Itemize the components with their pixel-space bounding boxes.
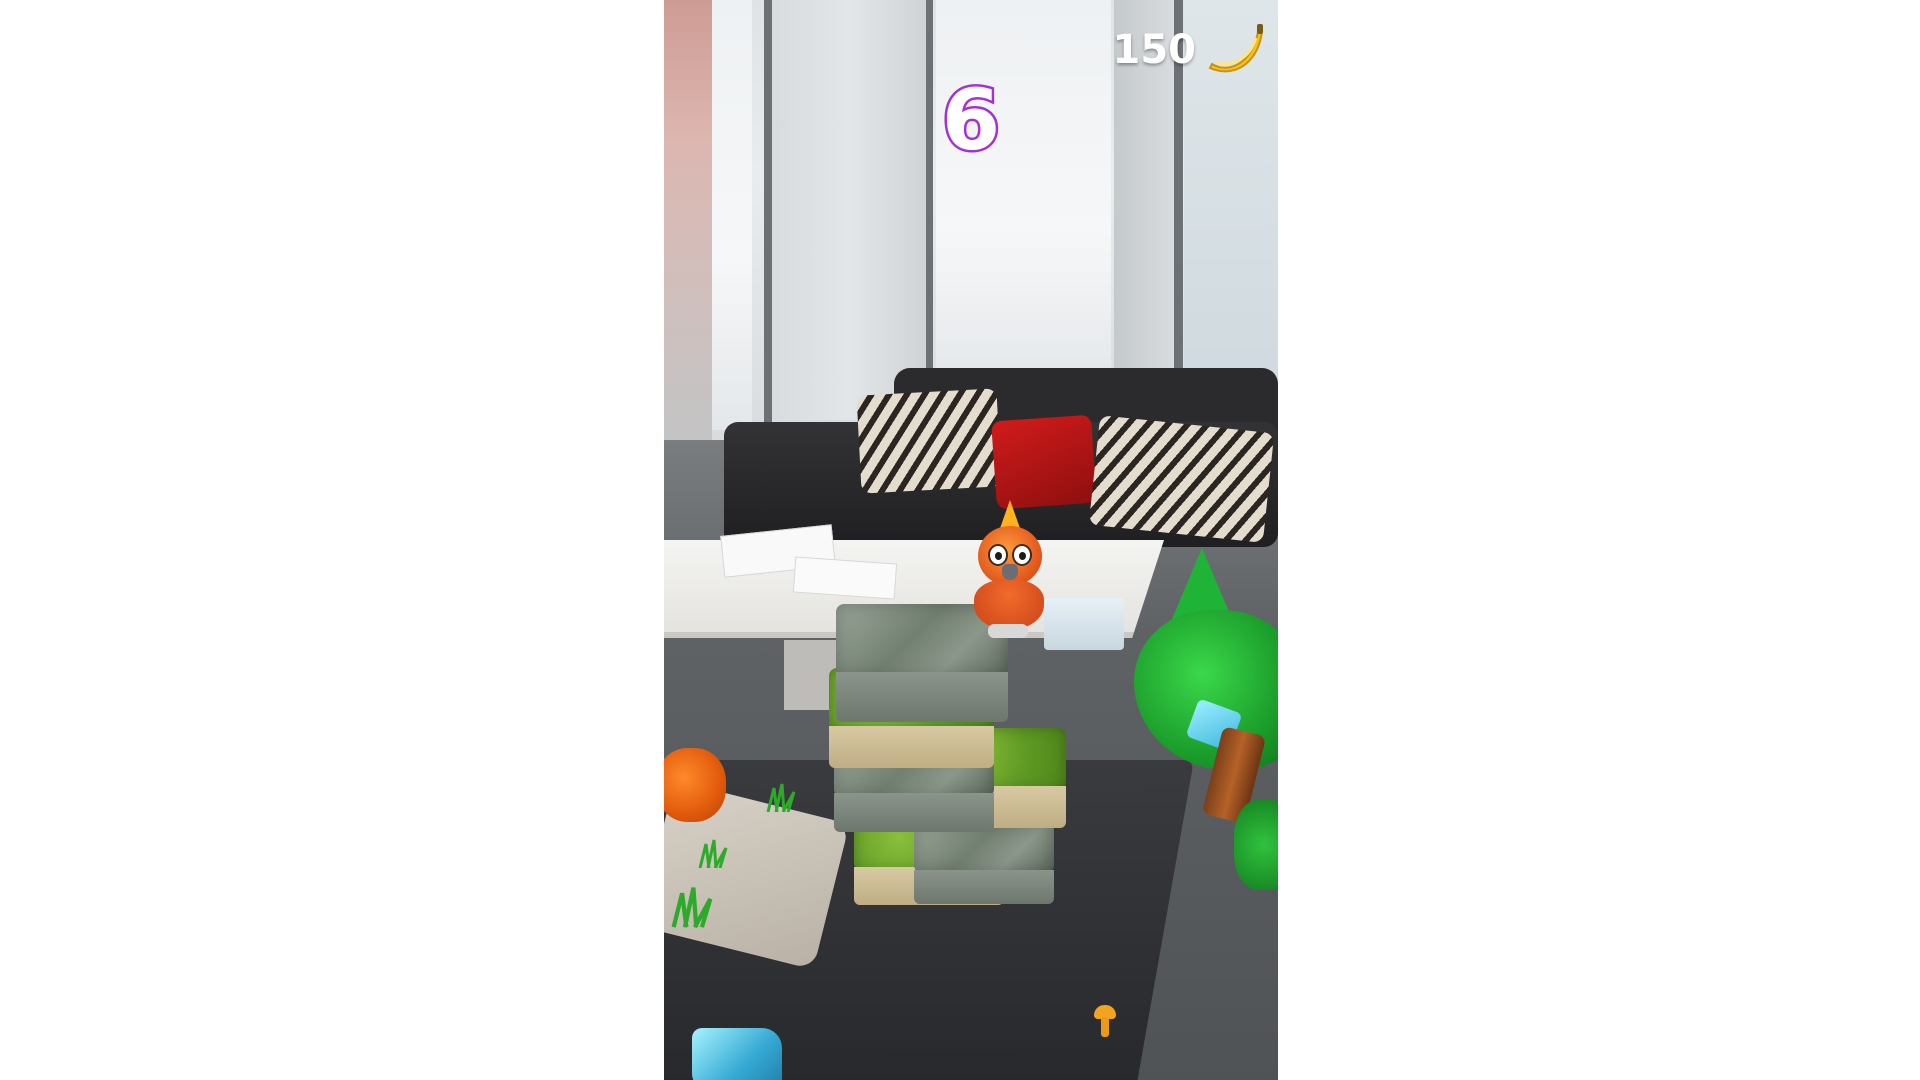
tower-block — [914, 822, 1054, 904]
window-pane — [936, 0, 1111, 385]
window-frame — [764, 0, 772, 430]
parrot-character — [964, 500, 1054, 640]
parrot-eye — [1012, 544, 1032, 566]
parrot-beak — [1002, 564, 1018, 580]
score-counter: 6 — [939, 71, 1002, 169]
red-cushion — [991, 414, 1097, 510]
window-pane — [712, 0, 752, 430]
tree-bush — [1234, 800, 1278, 890]
banana-currency: 150 — [1113, 18, 1267, 82]
parrot-feet — [988, 624, 1028, 638]
grass-tuft — [698, 839, 728, 868]
grass-tuft — [766, 783, 796, 812]
room-wall-accent — [664, 0, 712, 440]
banana-icon — [1208, 24, 1264, 73]
window-frame — [926, 0, 933, 400]
mushroom-icon — [1094, 1005, 1116, 1039]
mushroom-stem — [1101, 1017, 1109, 1037]
banana-count: 150 — [1112, 27, 1197, 73]
tissue-box — [1044, 598, 1124, 650]
parrot-eye — [988, 544, 1008, 566]
game-viewport[interactable]: 6 150 — [664, 0, 1278, 1080]
parrot-body — [974, 580, 1044, 630]
paper-stack — [792, 556, 898, 600]
crystal-icon — [692, 1028, 782, 1080]
zebra-cushion — [1088, 415, 1275, 543]
zebra-cushion — [856, 388, 1002, 494]
orange-bush — [664, 748, 726, 822]
grass-tuft — [671, 887, 713, 928]
room-pillar — [769, 0, 929, 420]
